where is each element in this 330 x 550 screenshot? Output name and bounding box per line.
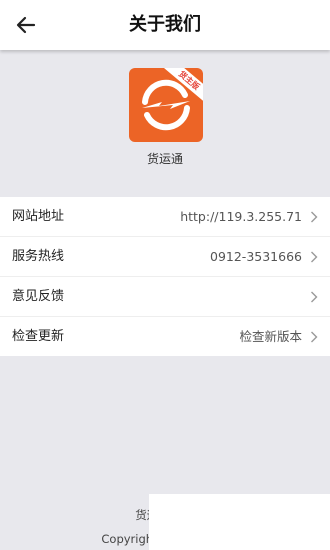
footer-overlay [149, 494, 330, 550]
app-header: 关于我们 [0, 0, 330, 50]
settings-list: 网站地址 http://119.3.255.71 服务热线 0912-35316… [0, 197, 330, 356]
app-name: 货运通 [146, 152, 183, 166]
row-value: http://119.3.255.71 [180, 209, 302, 224]
row-label: 检查更新 [12, 329, 65, 344]
row-value: 0912-3531666 [210, 249, 302, 264]
row-label: 网站地址 [12, 209, 65, 224]
row-value: 检查新版本 [239, 329, 302, 344]
row-label: 意见反馈 [12, 289, 65, 304]
row-feedback[interactable]: 意见反馈 [0, 277, 330, 317]
chevron-right-icon [311, 211, 318, 223]
app-logo: 货主版 [129, 68, 203, 142]
row-check-update[interactable]: 检查更新 检查新版本 [0, 317, 330, 356]
chevron-right-icon [311, 251, 318, 263]
page-title: 关于我们 [129, 14, 201, 35]
chevron-right-icon [311, 331, 318, 343]
row-website[interactable]: 网站地址 http://119.3.255.71 [0, 197, 330, 237]
chevron-right-icon [311, 291, 318, 303]
row-label: 服务热线 [12, 249, 65, 264]
row-hotline[interactable]: 服务热线 0912-3531666 [0, 237, 330, 277]
